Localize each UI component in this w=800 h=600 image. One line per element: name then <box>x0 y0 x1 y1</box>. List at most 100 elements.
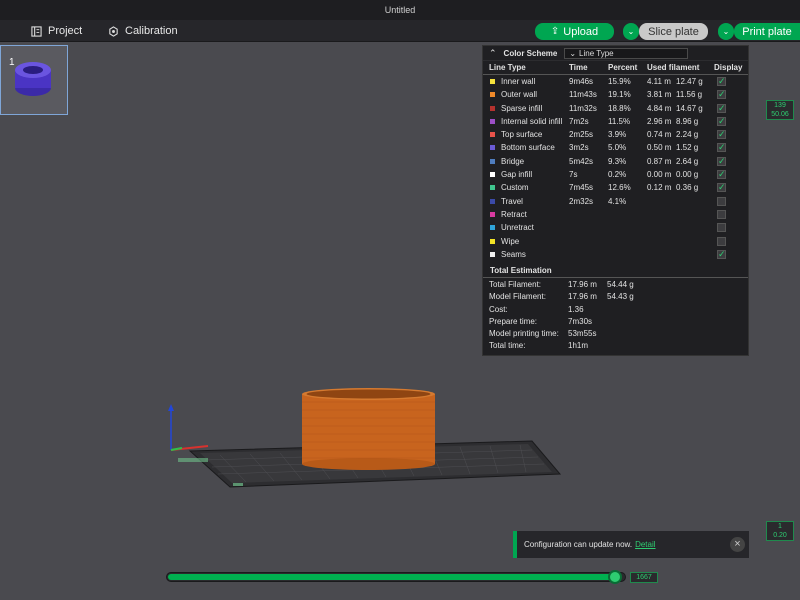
collapse-icon[interactable]: ⌃ <box>489 48 497 59</box>
line-type-row: Seams <box>483 248 748 261</box>
line-type-name: Travel <box>501 196 523 206</box>
line-type-table-header: Line Type Time Percent Used filament Dis… <box>483 61 748 75</box>
display-checkbox[interactable] <box>717 223 726 233</box>
display-checkbox[interactable] <box>717 89 726 100</box>
header-time: Time <box>569 63 588 72</box>
header-display: Display <box>714 63 743 72</box>
line-type-percent: 4.1% <box>608 196 627 206</box>
line-type-percent: 19.1% <box>608 90 631 100</box>
line-type-time: 7m45s <box>569 183 594 193</box>
display-checkbox[interactable] <box>717 142 726 153</box>
line-type-row: Gap infill 7s 0.2% 0.00 m 0.00 g <box>483 168 748 181</box>
notification-message: Configuration can update now. <box>524 540 633 549</box>
line-type-meters: 4.11 m <box>647 77 671 86</box>
line-type-time: 7s <box>569 170 578 180</box>
close-icon[interactable]: × <box>730 537 745 552</box>
sliced-model <box>302 388 435 470</box>
color-swatch <box>490 145 495 151</box>
slice-statistics-panel: ⌃ Color Scheme ⌄ Line Type Line Type Time… <box>482 45 749 356</box>
line-type-name: Bridge <box>501 156 525 166</box>
line-type-name: Bottom surface <box>501 143 555 153</box>
estimation-value: 53m55s <box>568 328 597 338</box>
top-layer-label[interactable]: 139 50.06 <box>766 100 794 120</box>
z-axis-arrow-icon <box>168 404 174 411</box>
line-type-name: Internal solid infill <box>501 116 563 126</box>
line-type-name: Top surface <box>501 130 543 140</box>
estimation-table: Total Filament: 17.96 m 54.44 g Model Filam… <box>483 278 748 352</box>
display-checkbox[interactable] <box>717 196 726 206</box>
header-percent: Percent <box>608 63 638 72</box>
display-checkbox[interactable] <box>717 182 726 193</box>
move-slider-track[interactable] <box>166 572 626 582</box>
line-type-table: Inner wall 9m46s 15.9% 4.11 m 12.47 g Outer w… <box>483 75 748 261</box>
line-type-row: Retract <box>483 208 748 221</box>
notification-detail-link[interactable]: Detail <box>635 540 655 549</box>
header-line-type: Line Type <box>489 63 526 72</box>
estimation-value: 17.96 m <box>568 280 597 290</box>
line-type-meters: 3.81 m <box>647 90 672 100</box>
color-scheme-select[interactable]: ⌄ Line Type <box>564 47 689 59</box>
line-type-meters: 0.74 m <box>647 130 672 140</box>
line-type-name: Outer wall <box>501 90 538 100</box>
line-type-name: Custom <box>501 183 529 193</box>
move-slider-fill <box>168 574 617 580</box>
color-swatch <box>490 118 495 124</box>
line-type-meters: 0.12 m <box>647 183 672 193</box>
line-type-grams: 8.96 g <box>676 116 699 126</box>
line-type-row: Wipe <box>483 235 748 248</box>
estimation-row: Total Filament: 17.96 m 54.44 g <box>483 279 748 291</box>
display-checkbox[interactable] <box>717 249 726 260</box>
line-type-time: 3m2s <box>569 143 589 153</box>
display-checkbox[interactable] <box>717 156 726 167</box>
estimation-label: Prepare time: <box>489 316 538 326</box>
line-type-row: Internal solid infill 7m2s 11.5% 2.96 m 8.96… <box>483 115 748 128</box>
line-type-row: Bridge 5m42s 9.3% 0.87 m 2.64 g <box>483 155 748 168</box>
line-type-meters: 0.50 m <box>647 143 672 153</box>
estimation-label: Cost: <box>489 304 508 314</box>
line-type-percent: 11.5% <box>608 116 631 126</box>
line-type-grams: 14.67 g <box>676 103 703 113</box>
line-type-row: Inner wall 9m46s 15.9% 4.11 m 12.47 g <box>483 75 748 88</box>
bottom-layer-number: 1 <box>778 523 782 530</box>
display-checkbox[interactable] <box>717 116 726 127</box>
bottom-layer-label[interactable]: 1 0.20 <box>766 521 794 541</box>
line-type-meters: 4.84 m <box>647 103 672 113</box>
line-type-percent: 3.9% <box>608 130 627 140</box>
display-checkbox[interactable] <box>717 236 726 246</box>
move-slider-handle[interactable] <box>608 570 622 584</box>
estimation-label: Total Filament: <box>489 280 542 290</box>
color-swatch <box>490 198 495 204</box>
line-type-row: Unretract <box>483 221 748 234</box>
header-used-filament: Used filament <box>647 63 700 72</box>
display-checkbox[interactable] <box>717 76 726 87</box>
estimation-secondary-value: 54.44 g <box>607 280 634 290</box>
display-checkbox[interactable] <box>717 129 726 140</box>
estimation-row: Prepare time: 7m30s <box>483 316 748 328</box>
line-type-row: Bottom surface 3m2s 5.0% 0.50 m 1.52 g <box>483 141 748 154</box>
estimation-row: Total time: 1h1m <box>483 340 748 352</box>
display-checkbox[interactable] <box>717 169 726 180</box>
line-type-percent: 5.0% <box>608 143 627 153</box>
color-swatch <box>490 172 495 178</box>
line-type-percent: 12.6% <box>608 183 631 193</box>
line-type-grams: 11.56 g <box>676 90 703 100</box>
line-type-time: 2m25s <box>569 130 594 140</box>
line-type-time: 11m32s <box>569 103 597 113</box>
line-type-grams: 0.36 g <box>676 183 699 193</box>
line-type-time: 7m2s <box>569 116 589 126</box>
line-type-time: 11m43s <box>569 90 597 100</box>
line-type-percent: 18.8% <box>608 103 631 113</box>
line-type-row: Custom 7m45s 12.6% 0.12 m 0.36 g <box>483 181 748 194</box>
line-type-name: Retract <box>501 209 527 219</box>
line-type-meters: 2.96 m <box>647 116 672 126</box>
display-checkbox[interactable] <box>717 209 726 219</box>
line-type-grams: 0.00 g <box>676 170 699 180</box>
estimation-label: Model Filament: <box>489 292 546 302</box>
plate-marker <box>233 483 243 486</box>
color-swatch <box>490 185 495 191</box>
estimation-value: 7m30s <box>568 316 593 326</box>
line-type-percent: 0.2% <box>608 170 627 180</box>
display-checkbox[interactable] <box>717 103 726 114</box>
line-type-time: 2m32s <box>569 196 594 206</box>
line-type-name: Unretract <box>501 223 534 233</box>
